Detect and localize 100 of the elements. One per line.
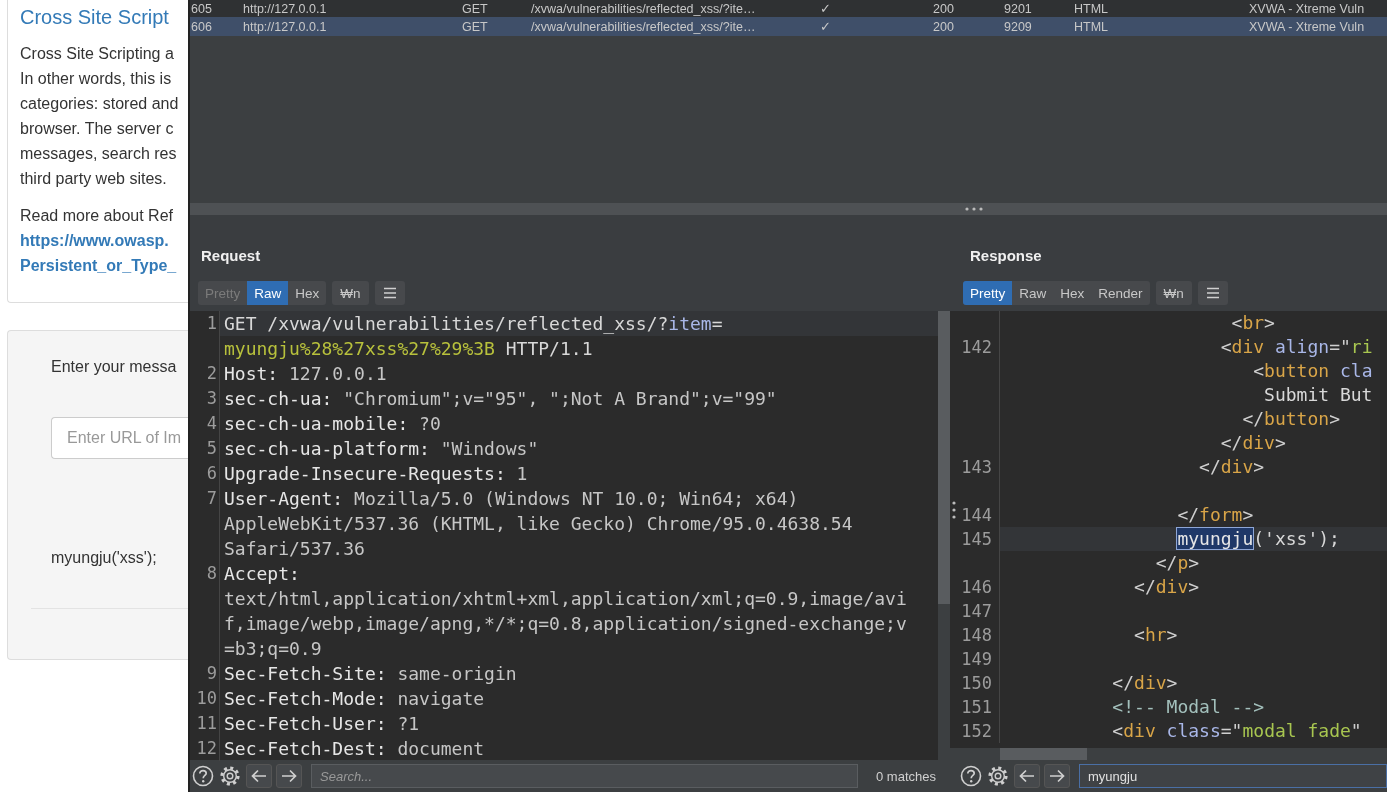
- line-number: 149: [961, 649, 992, 669]
- code-line: Submit But: [1263, 384, 1373, 405]
- previous-match-button[interactable]: [246, 764, 272, 788]
- view-tab[interactable]: Raw: [247, 281, 289, 305]
- line-number: 11: [196, 713, 217, 733]
- view-tab[interactable]: Render: [1091, 281, 1150, 305]
- settings-icon[interactable]: [986, 764, 1010, 788]
- code-line: <!-- Modal -->: [1111, 696, 1265, 717]
- table-cell-text: 200: [932, 19, 955, 34]
- code-line: sec-ch-ua-mobile: ?0: [224, 413, 441, 434]
- drag-handle-icon[interactable]: [952, 501, 956, 519]
- code-line: myungju('xss');: [1176, 528, 1340, 549]
- view-tab[interactable]: Raw: [1012, 281, 1054, 305]
- table-cell-text: 200: [932, 1, 955, 16]
- table-cell-text: HTML: [1073, 19, 1110, 34]
- code-line: Sec-Fetch-User: ?1: [224, 713, 420, 734]
- code-line: Sec-Fetch-Dest: document: [224, 738, 485, 759]
- code-line: </div>: [1111, 672, 1178, 693]
- message-label: Enter your messa: [51, 357, 178, 377]
- menu-icon: [382, 287, 397, 299]
- view-tab[interactable]: Hex: [1053, 281, 1092, 305]
- history-row[interactable]: 606 http://127.0.0.1 GET /xvwa/vulnerabilities/reflected_xss/?ite… ✓ 200 9209 HTML XVWA - Xtreme Vuln: [190, 17, 1387, 36]
- code-line: <button cla: [1252, 360, 1373, 381]
- code-line: f,image/webp,image/apng,*/*;q=0.8,application/signed-exchange;v: [224, 613, 907, 634]
- paragraph-line: messages, search res: [20, 144, 178, 164]
- table-cell-text: XVWA - Xtreme Vuln: [1248, 19, 1366, 34]
- code-line: =b3;q=0.9: [224, 638, 322, 659]
- code-line: </div>: [1133, 576, 1200, 597]
- view-tab[interactable]: Hex: [288, 281, 327, 305]
- line-number: 148: [961, 625, 992, 645]
- previous-match-button[interactable]: [1014, 764, 1040, 788]
- line-number: 151: [961, 697, 992, 717]
- table-cell-text: 605: [190, 1, 213, 16]
- code-line: sec-ch-ua: "Chromium";v="95", ";Not A Brand";v="99": [224, 388, 777, 409]
- table-cell-text: 9209: [1003, 19, 1033, 34]
- paragraph-line: Cross Site Scripting a: [20, 44, 175, 64]
- code-line: User-Agent: Mozilla/5.0 (Windows NT 10.0; Win64; x64): [224, 488, 799, 509]
- code-line: Safari/537.36: [224, 538, 365, 559]
- newline-toggle-button[interactable]: ₩n: [332, 281, 369, 305]
- paragraph-line: categories: stored and: [20, 94, 180, 114]
- next-match-button[interactable]: [276, 764, 302, 788]
- code-line: <div align="ri: [1219, 336, 1373, 357]
- code-line: AppleWebKit/537.36 (KHTML, like Gecko) Chrome/95.0.4638.54: [224, 513, 853, 534]
- page-title: Cross Site Script: [20, 6, 170, 28]
- menu-button[interactable]: [374, 281, 405, 305]
- line-number: 143: [961, 457, 992, 477]
- code-line: sec-ch-ua-platform: "Windows": [224, 438, 539, 459]
- line-number: 7: [206, 488, 217, 508]
- table-cell-text: ✓: [819, 19, 832, 34]
- history-row[interactable]: 605 http://127.0.0.1 GET /xvwa/vulnerabilities/reflected_xss/?ite… ✓ 200 9201 HTML XVWA - Xtreme Vuln: [190, 0, 1387, 17]
- line-number: 10: [196, 688, 217, 708]
- code-line: </button>: [1241, 408, 1340, 429]
- menu-icon: [1205, 287, 1220, 299]
- help-icon[interactable]: [192, 765, 214, 787]
- code-line: </div>: [1219, 432, 1286, 453]
- line-number: 2: [206, 363, 217, 383]
- code-line: Sec-Fetch-Site: same-origin: [224, 663, 517, 684]
- reflected-output: myungju('xss');: [51, 548, 158, 568]
- arrow-left-icon: [251, 769, 267, 783]
- drag-handle-icon[interactable]: [965, 207, 983, 211]
- table-cell-text: HTML: [1073, 1, 1110, 16]
- search-field[interactable]: myungju: [1079, 764, 1387, 788]
- line-number: 12: [196, 738, 217, 758]
- settings-icon[interactable]: [218, 764, 242, 788]
- reference-link[interactable]: Persistent_or_Type_: [20, 253, 188, 278]
- table-cell-text: /xvwa/vulnerabilities/reflected_xss/?ite…: [530, 1, 757, 16]
- next-match-button[interactable]: [1044, 764, 1070, 788]
- view-tab[interactable]: Pretty: [963, 281, 1013, 305]
- arrow-right-icon: [281, 769, 297, 783]
- code-line: Sec-Fetch-Mode: navigate: [224, 688, 485, 709]
- panel-title: Response: [969, 246, 1043, 265]
- code-line: GET /xvwa/vulnerabilities/reflected_xss/?item=: [224, 313, 723, 334]
- line-number: 6: [206, 463, 217, 483]
- menu-button[interactable]: [1197, 281, 1228, 305]
- code-line: </p>: [1154, 552, 1200, 573]
- table-cell-text: 606: [190, 19, 213, 34]
- line-number: 3: [206, 388, 217, 408]
- reference-link[interactable]: https://www.owasp.: [20, 228, 188, 253]
- paragraph-line: third party web sites.: [20, 169, 168, 189]
- line-number: 8: [206, 563, 217, 583]
- code-line: <div class="modal fade": [1111, 720, 1362, 741]
- line-number: 142: [961, 337, 992, 357]
- help-icon[interactable]: [960, 765, 982, 787]
- url-input-field[interactable]: Enter URL of Im: [51, 417, 188, 459]
- arrow-left-icon: [1019, 769, 1035, 783]
- code-line: <hr>: [1133, 624, 1178, 645]
- line-number: 146: [961, 577, 992, 597]
- table-cell-text: 9201: [1003, 1, 1033, 16]
- code-line: Accept:: [224, 563, 300, 584]
- code-line: </div>: [1198, 456, 1265, 477]
- paragraph-line: In other words, this is: [20, 69, 173, 89]
- code-line: Host: 127.0.0.1: [224, 363, 387, 384]
- vertical-scrollbar[interactable]: [938, 311, 950, 760]
- search-field[interactable]: Search...: [311, 764, 858, 788]
- paragraph-line: browser. The server c: [20, 119, 175, 139]
- code-line: text/html,application/xhtml+xml,application/xml;q=0.9,image/avi: [224, 588, 907, 609]
- line-number: 5: [206, 438, 217, 458]
- newline-toggle-button[interactable]: ₩n: [1155, 281, 1192, 305]
- line-number: 145: [961, 529, 992, 549]
- table-cell-text: XVWA - Xtreme Vuln: [1248, 1, 1366, 16]
